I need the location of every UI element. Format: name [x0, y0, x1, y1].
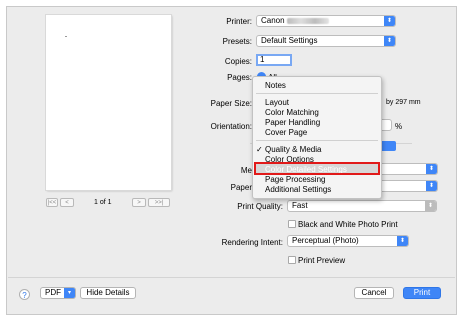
- menu-separator: [256, 93, 378, 94]
- paper-source-label: Paper: [230, 183, 252, 192]
- chevron-up-down-icon: ⬍: [426, 181, 437, 191]
- menu-item-page-processing[interactable]: Page Processing: [265, 175, 325, 184]
- next-page-button[interactable]: >: [132, 198, 146, 207]
- pdf-label: PDF: [45, 288, 61, 297]
- hide-details-button[interactable]: Hide Details: [80, 287, 136, 299]
- panel-menu: Notes Layout Color Matching Paper Handli…: [252, 76, 382, 199]
- print-quality-select[interactable]: Fast ⬍: [287, 200, 437, 212]
- chevron-up-down-icon: ⬍: [426, 164, 437, 174]
- paper-source-select[interactable]: ⬍: [376, 180, 438, 192]
- print-quality-label: Print Quality:: [237, 202, 283, 211]
- bw-photo-label: Black and White Photo Print: [298, 220, 398, 229]
- chevron-up-down-icon: ⬍: [397, 236, 408, 246]
- copies-field[interactable]: 1: [256, 54, 292, 66]
- printer-select[interactable]: Canon ⬍: [256, 15, 396, 27]
- chevron-up-down-icon: ⬍: [384, 16, 395, 26]
- pages-label: Pages:: [227, 73, 252, 82]
- presets-label: Presets:: [222, 37, 252, 46]
- cancel-button[interactable]: Cancel: [354, 287, 394, 299]
- presets-select[interactable]: Default Settings ⬍: [256, 35, 396, 47]
- first-page-button[interactable]: |<<: [46, 198, 58, 207]
- paper-size-dimensions: by 297 mm: [386, 99, 421, 106]
- redacted-name: [286, 17, 329, 24]
- menu-item-color-matching[interactable]: Color Matching: [265, 108, 319, 117]
- help-button[interactable]: ?: [19, 289, 30, 300]
- checkmark-icon: ✓: [256, 145, 263, 154]
- preview-mark: [65, 36, 67, 37]
- footer-divider: [8, 277, 455, 278]
- menu-item-cover-page[interactable]: Cover Page: [265, 128, 307, 137]
- paper-size-label: Paper Size:: [210, 99, 252, 108]
- menu-item-paper-handling[interactable]: Paper Handling: [265, 118, 320, 127]
- orientation-label: Orientation:: [210, 122, 252, 131]
- bw-photo-checkbox[interactable]: [288, 220, 296, 228]
- page-counter: 1 of 1: [94, 199, 112, 206]
- scale-unit: %: [395, 122, 403, 131]
- menu-separator: [256, 140, 378, 141]
- media-type-select[interactable]: ⬍: [376, 163, 438, 175]
- print-preview-label: Print Preview: [298, 256, 346, 265]
- menu-item-additional-settings[interactable]: Additional Settings: [265, 185, 331, 194]
- printer-value: Canon: [261, 16, 285, 25]
- print-button[interactable]: Print: [403, 287, 441, 299]
- page-preview: [46, 15, 171, 190]
- highlight-annotation-box: [254, 162, 380, 175]
- chevron-down-icon: ⬍: [425, 201, 436, 211]
- menu-item-layout[interactable]: Layout: [265, 98, 289, 107]
- rendering-intent-select[interactable]: Perceptual (Photo) ⬍: [287, 235, 409, 247]
- menu-item-quality-media[interactable]: Quality & Media: [265, 145, 321, 154]
- rendering-intent-value: Perceptual (Photo): [292, 236, 359, 245]
- media-type-label: Me: [240, 166, 252, 175]
- presets-value: Default Settings: [261, 36, 318, 45]
- previous-page-button[interactable]: <: [60, 198, 74, 207]
- rendering-intent-label: Rendering Intent:: [221, 238, 283, 247]
- chevron-down-icon: ▾: [64, 288, 75, 298]
- copies-label: Copies:: [224, 57, 252, 66]
- menu-item-notes[interactable]: Notes: [265, 81, 286, 90]
- chevron-up-down-icon: ⬍: [384, 36, 395, 46]
- pdf-menu-button[interactable]: PDF ▾: [40, 287, 76, 299]
- printer-label: Printer:: [226, 17, 252, 26]
- print-quality-value: Fast: [292, 201, 308, 210]
- last-page-button[interactable]: >>|: [148, 198, 170, 207]
- print-preview-checkbox[interactable]: [288, 256, 296, 264]
